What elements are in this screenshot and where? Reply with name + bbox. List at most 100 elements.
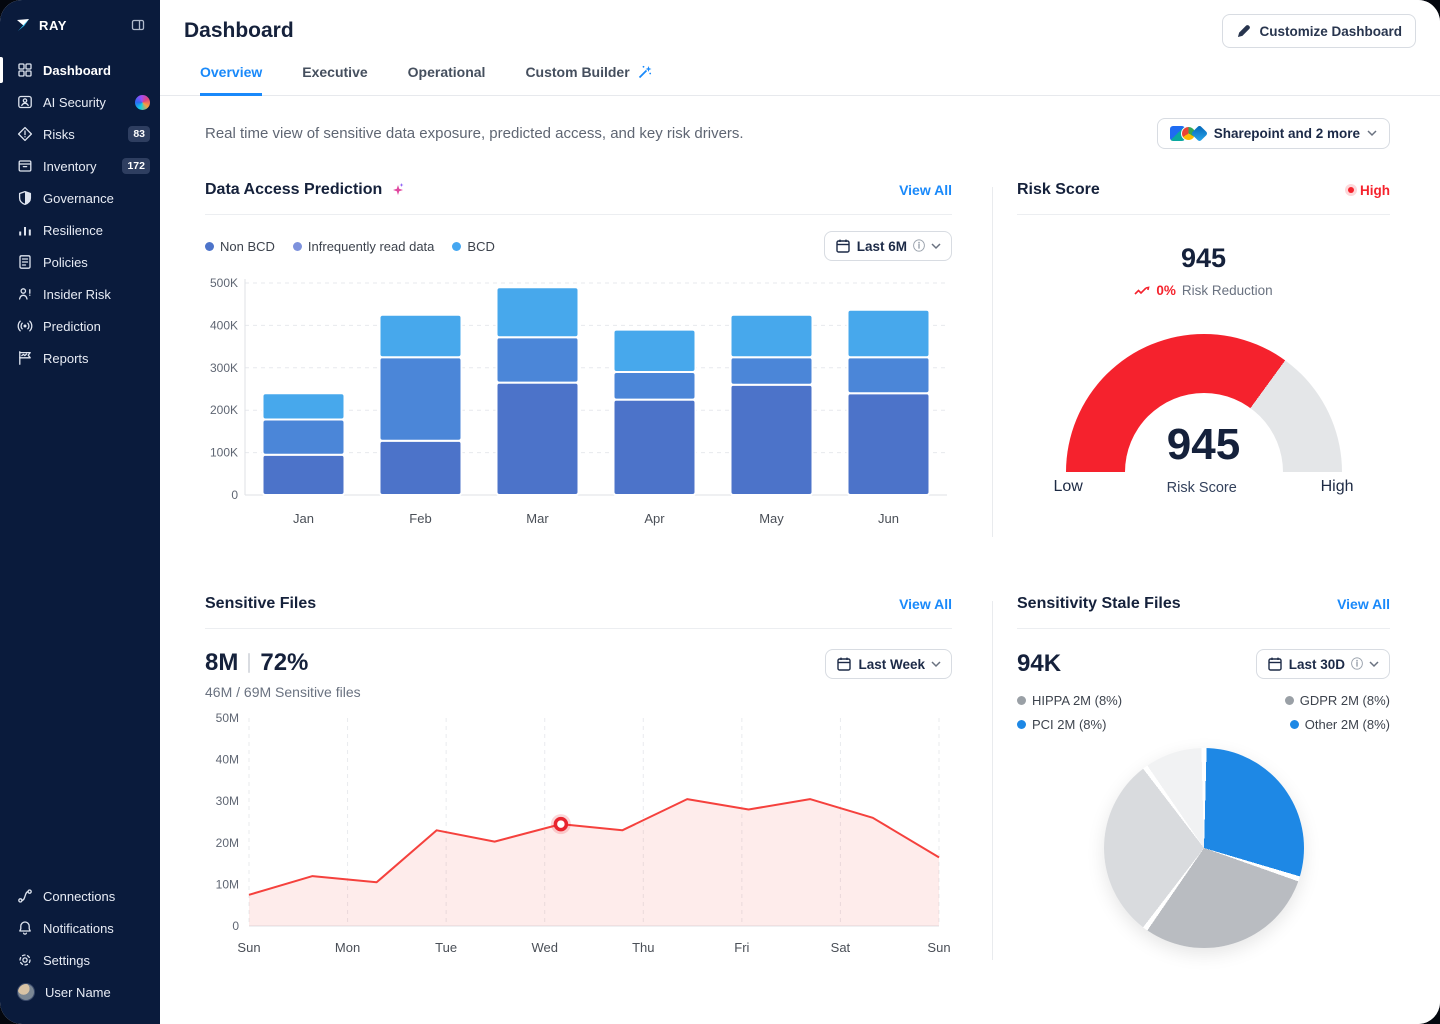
area-line-chart: 010M20M30M40M50MSunMonTueWedThuFriSatSun (205, 708, 952, 960)
customize-dashboard-button[interactable]: Customize Dashboard (1222, 14, 1416, 48)
risk-trend: 0% Risk Reduction (1017, 283, 1390, 298)
risk-gauge: 945 Low Risk Score High (1054, 324, 1354, 496)
sensitive-files-stats: 8M 72% (205, 649, 361, 677)
sidebar-item-inventory[interactable]: Inventory172 (0, 150, 160, 182)
legend-label: Infrequently read data (308, 239, 434, 254)
sidebar-item-insider-risk[interactable]: Insider Risk (0, 278, 160, 310)
info-icon: ⓘ (913, 240, 925, 252)
view-all-link[interactable]: View All (899, 596, 952, 612)
legend-label: Other 2M (8%) (1305, 717, 1390, 732)
sidebar-item-governance[interactable]: Governance (0, 182, 160, 214)
legend-dot-icon (1017, 720, 1026, 729)
sidebar-item-connections[interactable]: Connections (0, 880, 160, 912)
sidebar-item-settings[interactable]: Settings (0, 944, 160, 976)
svg-text:Mon: Mon (335, 940, 360, 955)
svg-text:20M: 20M (216, 836, 239, 850)
pie-chart (1104, 748, 1304, 948)
calendar-icon (1267, 656, 1283, 672)
sidebar-item-notifications[interactable]: Notifications (0, 912, 160, 944)
range-dropdown[interactable]: Last 30D ⓘ (1256, 649, 1390, 679)
stale-files-total: 94K (1017, 650, 1061, 678)
risk-status-badge: High (1348, 183, 1390, 198)
chevron-down-icon (931, 243, 941, 250)
chevron-down-icon (931, 661, 941, 668)
legend-dot-icon (1290, 720, 1299, 729)
customize-dashboard-label: Customize Dashboard (1259, 24, 1402, 39)
pencil-icon (1236, 23, 1252, 39)
sidebar-item-user-name[interactable]: User Name (0, 976, 160, 1008)
tab-executive[interactable]: Executive (302, 64, 367, 96)
trend-label: Risk Reduction (1182, 283, 1273, 298)
bar-chart-icon (17, 222, 33, 238)
sidebar-collapse-icon[interactable] (130, 17, 146, 33)
range-label: Last 6M (857, 239, 907, 254)
subheader: Real time view of sensitive data exposur… (160, 96, 1440, 149)
range-dropdown[interactable]: Last Week (825, 649, 952, 679)
sensitivity-stale-files-card: Sensitivity Stale Files View All 94K Las… (1017, 595, 1390, 960)
sidebar-item-label: Settings (43, 953, 90, 968)
legend-item: PCI 2M (8%) (1017, 717, 1285, 732)
svg-text:0: 0 (231, 488, 238, 502)
svg-text:30M: 30M (216, 794, 239, 808)
divider (1017, 214, 1390, 215)
sidebar-item-dashboard[interactable]: Dashboard (0, 54, 160, 86)
sidebar-item-prediction[interactable]: Prediction (0, 310, 160, 342)
sidebar-item-resilience[interactable]: Resilience (0, 214, 160, 246)
trend-percent: 0% (1156, 283, 1176, 298)
card-title: Sensitive Files (205, 595, 316, 613)
range-dropdown[interactable]: Last 6M ⓘ (824, 231, 952, 261)
avatar (17, 983, 35, 1001)
pie-legend: HIPPA 2M (8%)GDPR 2M (8%)PCI 2M (8%)Othe… (1017, 693, 1390, 732)
svg-text:0: 0 (232, 919, 239, 933)
bar-chart-legend: Non BCDInfrequently read dataBCD (205, 239, 495, 254)
sidebar-nav: Dashboard AI Security Risks83Inventory172G… (0, 54, 160, 374)
stacked-bar-chart: 0100K200K300K400K500KJanFebMarAprMayJun (205, 269, 952, 537)
legend-dot-icon (452, 242, 461, 251)
gauge-high-label: High (1321, 478, 1354, 496)
sensitive-files-card: Sensitive Files View All 8M 72% 46M / 69… (205, 595, 952, 960)
svg-text:Sat: Sat (831, 940, 851, 955)
legend-dot-icon (293, 242, 302, 251)
tab-label: Overview (200, 64, 262, 80)
sidebar-footer-nav: ConnectionsNotifications Settings User Nam… (0, 880, 160, 1024)
legend-item: Non BCD (205, 239, 275, 254)
divider (205, 214, 952, 215)
tab-label: Executive (302, 64, 367, 80)
svg-text:Jan: Jan (293, 511, 314, 526)
sidebar-item-label: AI Security (43, 95, 106, 110)
view-all-link[interactable]: View All (1337, 596, 1390, 612)
status-dot-icon (1348, 187, 1354, 193)
sidebar-item-label: Prediction (43, 319, 101, 334)
svg-text:Fri: Fri (734, 940, 749, 955)
svg-text:Wed: Wed (531, 940, 558, 955)
sidebar: RAY DashboardAI SecurityRisks83Inventory… (0, 0, 160, 1024)
count-badge: 83 (128, 126, 150, 143)
svg-text:Sun: Sun (237, 940, 260, 955)
ai-security-icon (17, 94, 33, 110)
legend-item: Infrequently read data (293, 239, 434, 254)
main-area: Dashboard Customize Dashboard OverviewEx… (160, 0, 1440, 1024)
svg-text:Mar: Mar (526, 511, 549, 526)
tab-custom-builder[interactable]: Custom Builder (525, 64, 652, 96)
tab-operational[interactable]: Operational (408, 64, 486, 96)
source-filter-dropdown[interactable]: Sharepoint and 2 more (1157, 118, 1390, 149)
legend-dot-icon (1017, 696, 1026, 705)
card-title: Risk Score (1017, 181, 1100, 199)
shield-icon (17, 190, 33, 206)
svg-text:Feb: Feb (409, 511, 431, 526)
page-description: Real time view of sensitive data exposur… (205, 125, 744, 142)
legend-dot-icon (1285, 696, 1294, 705)
sidebar-item-label: Policies (43, 255, 88, 270)
range-label: Last 30D (1289, 657, 1345, 672)
sidebar-item-label: User Name (45, 985, 111, 1000)
divider (1017, 628, 1390, 629)
tab-overview[interactable]: Overview (200, 64, 262, 96)
sidebar-item-risks[interactable]: Risks83 (0, 118, 160, 150)
calendar-icon (835, 238, 851, 254)
sidebar-item-reports[interactable]: Reports (0, 342, 160, 374)
svg-text:Sun: Sun (927, 940, 950, 955)
sidebar-item-policies[interactable]: Policies (0, 246, 160, 278)
sidebar-item-ai-security[interactable]: AI Security (0, 86, 160, 118)
view-all-link[interactable]: View All (899, 182, 952, 198)
svg-text:500K: 500K (210, 276, 238, 290)
